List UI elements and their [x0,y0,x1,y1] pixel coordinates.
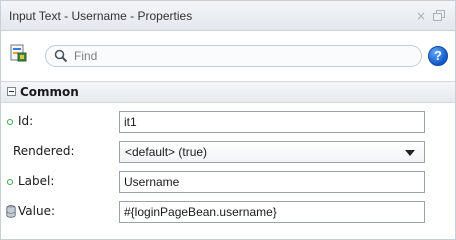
label-field[interactable]: Username [119,171,425,193]
property-label-rendered: Rendered: [13,144,75,158]
close-icon[interactable]: × [414,9,428,23]
rendered-select-value: <default> (true) [125,145,208,159]
properties-window: Input Text - Username - Properties × Fin… [0,0,456,240]
section-header-common[interactable]: Common [1,81,455,103]
database-icon [6,205,16,218]
required-dot-icon [7,179,13,185]
rendered-select[interactable]: <default> (true) [119,141,425,163]
id-field[interactable]: it1 [119,111,425,133]
document-properties-icon[interactable] [9,44,27,62]
search-input[interactable] [74,48,404,64]
toolbar: ? [1,31,455,75]
chevron-down-icon[interactable] [405,150,415,156]
property-row-id: Id: it1 [1,107,455,137]
property-label-label: Label: [18,174,55,188]
search-box [45,45,422,67]
window-titlebar[interactable]: Input Text - Username - Properties × [1,1,455,31]
property-label-value: Value: [18,204,55,218]
property-row-rendered: Rendered: <default> (true) [1,137,455,167]
required-dot-icon [7,119,13,125]
value-field[interactable]: #{loginPageBean.username} [119,201,425,223]
property-row-label: Label: Username [1,167,455,197]
help-icon[interactable]: ? [428,46,448,66]
property-label-id: Id: [18,114,34,128]
section-title: Common [20,85,79,99]
search-icon [54,49,68,63]
restore-icon[interactable] [432,9,446,23]
collapse-icon[interactable] [7,87,16,96]
window-title: Input Text - Username - Properties [9,9,193,23]
property-row-value: Value: #{loginPageBean.username} [1,197,455,227]
